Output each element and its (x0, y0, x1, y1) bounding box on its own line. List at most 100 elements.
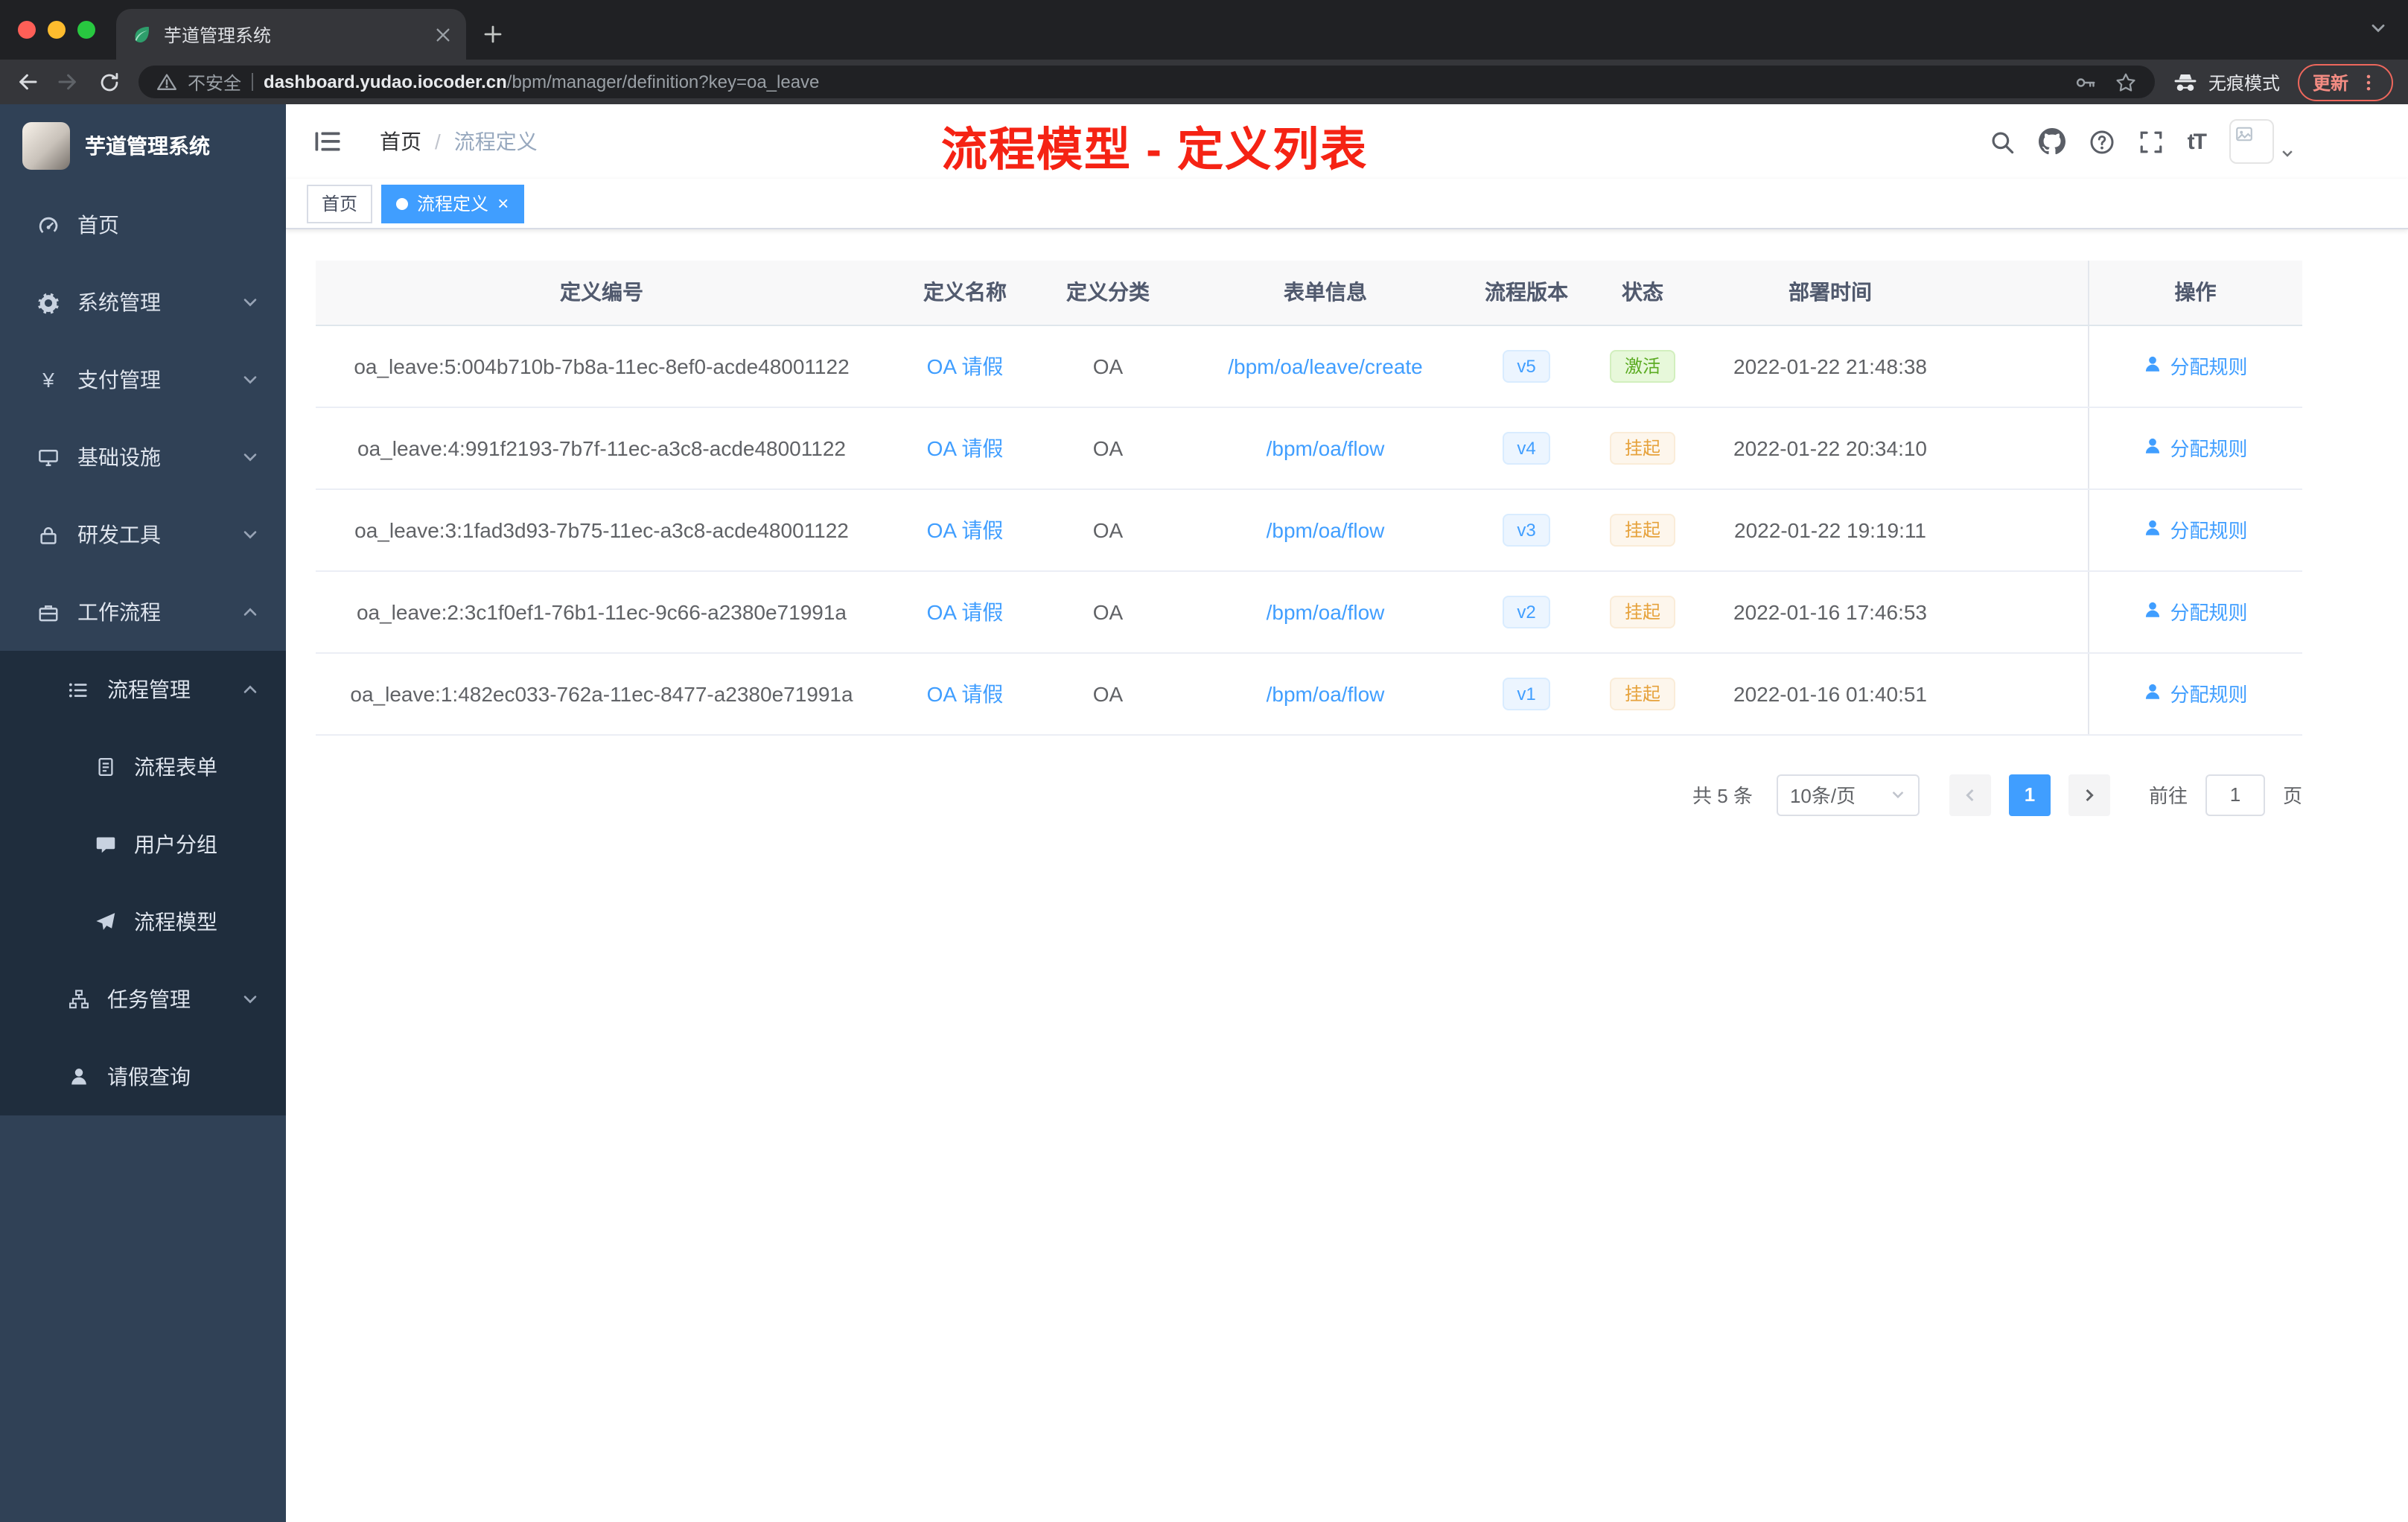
assign-rule-button[interactable]: 分配规则 (2143, 597, 2248, 625)
goto-page-input[interactable] (2205, 774, 2265, 815)
column-header-name: 定义名称 (888, 261, 1042, 325)
definition-name-link[interactable]: OA 请假 (927, 354, 1004, 378)
sidebar-item-user-group[interactable]: 用户分组 (0, 806, 286, 883)
next-page-button[interactable] (2068, 774, 2110, 815)
tab-search-chevron-icon[interactable] (2369, 19, 2387, 37)
form-link[interactable]: /bpm/oa/flow (1267, 681, 1385, 705)
sidebar-collapse-icon[interactable] (313, 127, 343, 156)
column-header-deploy-time: 部署时间 (1710, 261, 1951, 325)
bookmark-star-icon[interactable] (2115, 71, 2137, 93)
app-title: 芋道管理系统 (85, 133, 210, 157)
cell-deploy-time: 2022-01-22 21:48:38 (1710, 325, 1951, 407)
forward-button[interactable] (57, 70, 80, 94)
sidebar-item-process-model[interactable]: 流程模型 (0, 883, 286, 961)
sidebar-item-workflow[interactable]: 工作流程 (0, 573, 286, 651)
reload-button[interactable] (98, 71, 121, 93)
assign-rule-label: 分配规则 (2170, 520, 2248, 542)
breadcrumb-home[interactable]: 首页 (380, 127, 421, 156)
browser-tab[interactable]: 芋道管理系统 (116, 9, 466, 60)
search-icon[interactable] (1990, 129, 2015, 154)
incognito-badge: 无痕模式 (2173, 69, 2280, 95)
assign-rule-label: 分配规则 (2170, 438, 2248, 460)
assign-rule-button[interactable]: 分配规则 (2143, 433, 2248, 462)
tab-title: 芋道管理系统 (164, 25, 272, 45)
annotation-title: 流程模型 - 定义列表 (941, 124, 1369, 176)
page-url: dashboard.yudao.iocoder.cn/bpm/manager/d… (264, 71, 2064, 92)
page-unit-label: 页 (2282, 785, 2302, 807)
help-icon[interactable] (2089, 129, 2115, 154)
sidebar-item-devtools[interactable]: 研发工具 (0, 496, 286, 573)
cell-spacer (1951, 407, 2088, 489)
cell-definition-id: oa_leave:5:004b710b-7b8a-11ec-8ef0-acde4… (316, 325, 888, 407)
window-controls (0, 0, 116, 60)
form-link[interactable]: /bpm/oa/flow (1267, 518, 1385, 541)
assign-rule-button[interactable]: 分配规则 (2143, 679, 2248, 707)
app-logo[interactable]: 芋道管理系统 (0, 104, 286, 186)
user-menu[interactable] (2229, 119, 2295, 164)
chevron-up-icon (241, 603, 259, 621)
sidebar-item-label: 工作流程 (77, 600, 161, 624)
chevron-down-icon (1892, 791, 1904, 799)
assign-rule-button[interactable]: 分配规则 (2143, 515, 2248, 544)
list-icon (66, 678, 91, 701)
table-row: oa_leave:3:1fad3d93-7b75-11ec-a3c8-acde4… (316, 488, 2302, 571)
minimize-window-button[interactable] (48, 21, 66, 39)
sidebar-item-home[interactable]: 首页 (0, 186, 286, 264)
tag-process-definition[interactable]: 流程定义 × (381, 184, 524, 223)
assign-rule-button[interactable]: 分配规则 (2143, 351, 2248, 380)
definition-table: 定义编号 定义名称 定义分类 表单信息 流程版本 状态 部署时间 操作 oa_l… (316, 261, 2302, 735)
pagination-total: 共 5 条 (1692, 785, 1753, 807)
close-tab-icon[interactable] (435, 26, 451, 42)
font-size-icon[interactable]: tT (2188, 129, 2207, 154)
definition-name-link[interactable]: OA 请假 (927, 518, 1004, 541)
definition-name-link[interactable]: OA 请假 (927, 599, 1004, 623)
sidebar-item-system[interactable]: 系统管理 (0, 264, 286, 341)
sidebar-item-infrastructure[interactable]: 基础设施 (0, 418, 286, 496)
page-1-button[interactable]: 1 (2008, 774, 2051, 815)
fullscreen-icon[interactable] (2138, 129, 2164, 154)
logo-avatar (22, 121, 70, 169)
maximize-window-button[interactable] (77, 21, 95, 39)
sidebar-item-label: 基础设施 (77, 445, 161, 469)
update-label: 更新 (2312, 72, 2348, 93)
definition-name-link[interactable]: OA 请假 (927, 436, 1004, 459)
user-icon (2143, 681, 2162, 705)
sidebar-item-label: 流程管理 (107, 678, 191, 701)
top-navbar: 首页 / 流程定义 流程模型 - 定义列表 tT (286, 104, 2408, 179)
definition-name-link[interactable]: OA 请假 (927, 681, 1004, 705)
github-icon[interactable] (2038, 128, 2065, 155)
back-button[interactable] (15, 70, 39, 94)
security-warning-icon[interactable] (156, 71, 177, 92)
form-link[interactable]: /bpm/oa/leave/create (1228, 354, 1423, 378)
sidebar-item-process-form[interactable]: 流程表单 (0, 728, 286, 806)
chat-icon (92, 834, 118, 855)
cell-definition-id: oa_leave:2:3c1f0ef1-76b1-11ec-9c66-a2380… (316, 570, 888, 653)
close-window-button[interactable] (18, 21, 36, 39)
form-link[interactable]: /bpm/oa/flow (1267, 436, 1385, 459)
close-tag-icon[interactable]: × (497, 194, 509, 213)
form-link[interactable]: /bpm/oa/flow (1267, 599, 1385, 623)
page-size-select[interactable]: 10条/页 (1776, 774, 1920, 815)
browser-tab-bar: 芋道管理系统 (0, 0, 2408, 60)
address-input[interactable]: 不安全 dashboard.yudao.iocoder.cn/bpm/manag… (138, 66, 2155, 98)
sidebar-item-leave-query[interactable]: 请假查询 (0, 1038, 286, 1115)
key-icon[interactable] (2074, 71, 2097, 93)
prev-page-button[interactable] (1949, 774, 1991, 815)
tag-home[interactable]: 首页 (307, 184, 373, 223)
version-badge: v4 (1502, 431, 1551, 464)
browser-address-bar: 不安全 dashboard.yudao.iocoder.cn/bpm/manag… (0, 60, 2408, 104)
cell-category: OA (1042, 488, 1173, 571)
sidebar-item-payment[interactable]: ¥ 支付管理 (0, 341, 286, 418)
table-row: oa_leave:4:991f2193-7b7f-11ec-a3c8-acde4… (316, 407, 2302, 489)
new-tab-button[interactable] (472, 13, 514, 55)
page-size-value: 10条/页 (1789, 785, 1856, 807)
sidebar-item-process-management[interactable]: 流程管理 (0, 651, 286, 728)
update-button[interactable]: 更新 (2297, 63, 2393, 101)
chevron-up-icon (241, 681, 259, 698)
table-row: oa_leave:1:482ec033-762a-11ec-8477-a2380… (316, 652, 2302, 735)
url-path: /bpm/manager/definition?key=oa_leave (506, 71, 820, 92)
sidebar-item-task-management[interactable]: 任务管理 (0, 961, 286, 1038)
pagination: 共 5 条 10条/页 1 前往 页 (316, 774, 2302, 815)
assign-rule-label: 分配规则 (2170, 684, 2248, 706)
goto-label: 前往 (2148, 785, 2188, 807)
